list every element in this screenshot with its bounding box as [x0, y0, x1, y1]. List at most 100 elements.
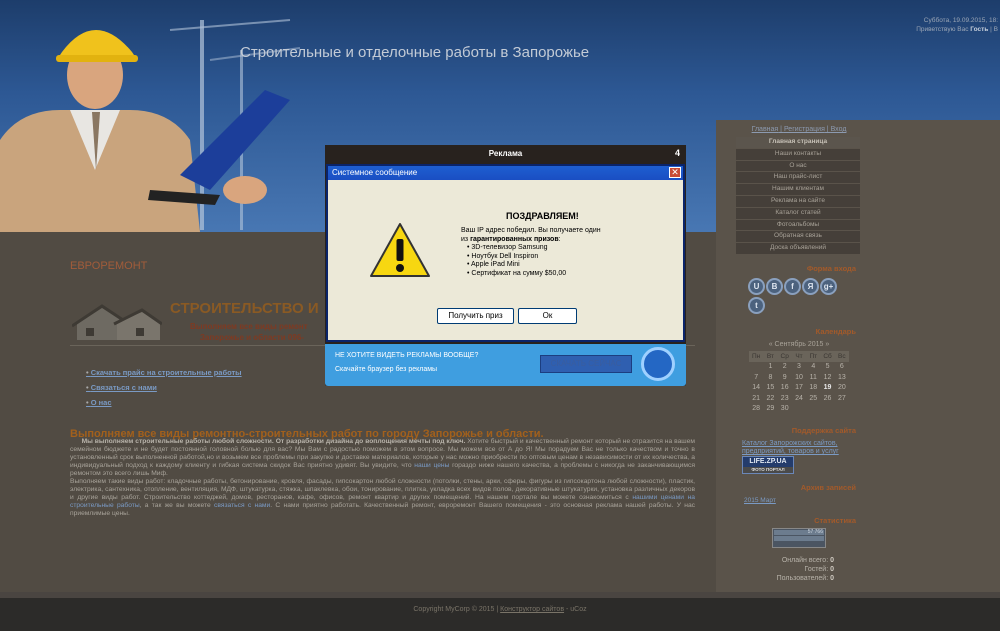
- menu-item-feedback[interactable]: Обратная связь: [736, 231, 860, 243]
- ucoz-login-icon[interactable]: U: [748, 278, 765, 295]
- calendar-day: 11: [809, 373, 817, 381]
- greeting-prefix: Приветствую Вас: [916, 26, 969, 33]
- calendar-day: 29: [766, 405, 775, 413]
- calendar-day: 14: [752, 384, 761, 392]
- users-label: Пользователей:: [776, 575, 829, 582]
- ok-button[interactable]: Ок: [518, 308, 577, 324]
- message-prefix: из: [461, 235, 469, 243]
- house-illustration: [72, 304, 162, 340]
- calendar-day: 30: [780, 405, 789, 413]
- prize-message: Ваш IP адрес победил. Вы получаете один …: [461, 227, 651, 278]
- site-title: Строительные и отделочные работы в Запор…: [240, 44, 590, 61]
- facebook-login-icon[interactable]: f: [784, 278, 801, 295]
- vk-login-icon[interactable]: В: [766, 278, 783, 295]
- header-login-link[interactable]: В: [994, 26, 998, 33]
- link-home[interactable]: Главная: [752, 126, 779, 133]
- dialog-title: Системное сообщение: [332, 168, 418, 177]
- download-now-button[interactable]: СКАЧАТЬ СЕЙЧАС: [540, 355, 632, 373]
- calendar-day: [835, 404, 849, 415]
- menu-item-advertising[interactable]: Реклама на сайте: [736, 195, 860, 207]
- banner-line-1: Выполняем все виды ремонт: [190, 322, 308, 331]
- menu-item-photos[interactable]: Фотоальбомы: [736, 219, 860, 231]
- google-login-icon[interactable]: g+: [820, 278, 837, 295]
- calendar-day: 2: [782, 363, 787, 371]
- calendar-day: [749, 362, 763, 373]
- menu-item-home[interactable]: Главная страница: [736, 137, 860, 148]
- sidebar-top-links: Главная | Регистрация | Вход: [751, 126, 847, 133]
- calendar-month-nav: « Сентябрь 2015 »: [749, 341, 849, 348]
- calendar-day: 13: [837, 373, 846, 381]
- ad-modal-header: Реклама 4: [325, 145, 686, 162]
- menu-item-articles[interactable]: Каталог статей: [736, 207, 860, 219]
- calendar-day: 23: [780, 394, 789, 402]
- guests-label: Гостей:: [804, 566, 829, 573]
- ad-modal-title: Реклама: [488, 149, 523, 158]
- yandex-login-icon[interactable]: Я: [802, 278, 819, 295]
- calendar-day: 22: [766, 394, 775, 402]
- footer-provider: - uCoz: [566, 606, 587, 613]
- calendar-day: 6: [839, 363, 844, 371]
- calendar-day-header: Пн: [749, 351, 764, 362]
- article-text: Выполняем такие виды работ: кладочные ра…: [70, 478, 695, 501]
- close-icon[interactable]: ✕: [669, 167, 681, 178]
- menu-item-price-list[interactable]: Наш прайс-лист: [736, 172, 860, 184]
- twitter-login-icon[interactable]: t: [748, 297, 765, 314]
- link-contact-us[interactable]: Связаться с нами: [86, 383, 242, 392]
- menu-item-clients[interactable]: Нашим клиентам: [736, 184, 860, 195]
- archive-title: Архив записей: [800, 483, 856, 492]
- article-link-contact[interactable]: связаться с нами: [214, 502, 270, 509]
- calendar-day: 4: [811, 363, 816, 371]
- calendar-prev[interactable]: «: [769, 341, 773, 348]
- banner-title: СТРОИТЕЛЬСТВО И: [170, 300, 319, 317]
- menu-item-about[interactable]: О нас: [736, 160, 860, 172]
- calendar-day: 28: [752, 405, 761, 413]
- calendar-day: 3: [797, 363, 801, 371]
- article-link-prices[interactable]: наши цены: [414, 462, 449, 469]
- calendar-day-header: Чт: [791, 351, 807, 362]
- calendar-day: 26: [823, 394, 832, 402]
- footer-builder-link[interactable]: Конструктор сайтов: [500, 606, 564, 613]
- calendar-day: [820, 404, 834, 415]
- browser-logo-icon[interactable]: [641, 347, 675, 381]
- prize-item: 3D-телевизор Samsung: [467, 244, 651, 253]
- header-meta: Суббота, 19.09.2015, 18: Приветствую Вас…: [916, 17, 998, 33]
- article-body: Мы выполняем строительные работы любой с…: [70, 438, 695, 518]
- promo-subtitle[interactable]: Скачайте браузер без рекламы: [335, 366, 437, 373]
- badge-title: LIFE.ZP.UA: [749, 458, 787, 465]
- online-total: 0: [830, 557, 834, 564]
- sidebar-menu: Главная страница Наши контакты О нас Наш…: [736, 137, 860, 255]
- menu-item-contacts[interactable]: Наши контакты: [736, 148, 860, 160]
- calendar-day: 27: [837, 394, 846, 402]
- calendar-month: Сентябрь 2015: [774, 341, 824, 348]
- article-text: , а так же вы можете: [139, 502, 211, 509]
- link-about[interactable]: О нас: [86, 398, 242, 407]
- social-login: U Вf Яg+ t: [748, 278, 853, 316]
- quick-links: Скачать прайс на строительные работы Свя…: [86, 368, 242, 413]
- archive-link[interactable]: 2015 Март: [744, 497, 776, 504]
- menu-item-board[interactable]: Доска объявлений: [736, 243, 860, 254]
- life-zp-badge[interactable]: LIFE.ZP.UA ФОТО ПОРТАЛ: [742, 456, 794, 474]
- calendar-day-header: Вт: [763, 351, 778, 362]
- greeting-user: Гость: [970, 26, 989, 33]
- calendar-day: 8: [768, 373, 773, 381]
- link-login[interactable]: Вход: [831, 126, 847, 133]
- calendar-day-header: Вс: [834, 351, 849, 362]
- message-line-1: Ваш IP адрес победил. Вы получаете один: [461, 227, 601, 234]
- visitor-counter[interactable]: 57 766: [772, 528, 826, 548]
- calendar-day-header: Сб: [820, 351, 835, 362]
- calendar-day: 25: [809, 394, 818, 402]
- support-title: Поддержка сайта: [791, 426, 856, 435]
- link-register[interactable]: Регистрация: [784, 126, 825, 133]
- promo-question: НЕ ХОТИТЕ ВИДЕТЬ РЕКЛАМЫ ВООБЩЕ?: [335, 352, 479, 359]
- link-download-price[interactable]: Скачать прайс на строительные работы: [86, 368, 242, 377]
- calendar-day: 16: [780, 384, 789, 392]
- calendar-title: Календарь: [815, 327, 856, 336]
- browser-promo: НЕ ХОТИТЕ ВИДЕТЬ РЕКЛАМЫ ВООБЩЕ? Скачайт…: [325, 344, 686, 386]
- calendar-next[interactable]: »: [825, 341, 829, 348]
- support-catalog-link[interactable]: Каталог Запорожских сайтов, предприятий,…: [742, 440, 860, 456]
- get-prize-button[interactable]: Получить приз: [437, 308, 514, 324]
- guests-count: 0: [830, 566, 834, 573]
- congrats-heading: ПОЗДРАВЛЯЕМ!: [506, 211, 579, 221]
- calendar-day: 9: [782, 373, 787, 381]
- engineer-with-laptop-image: [0, 30, 290, 232]
